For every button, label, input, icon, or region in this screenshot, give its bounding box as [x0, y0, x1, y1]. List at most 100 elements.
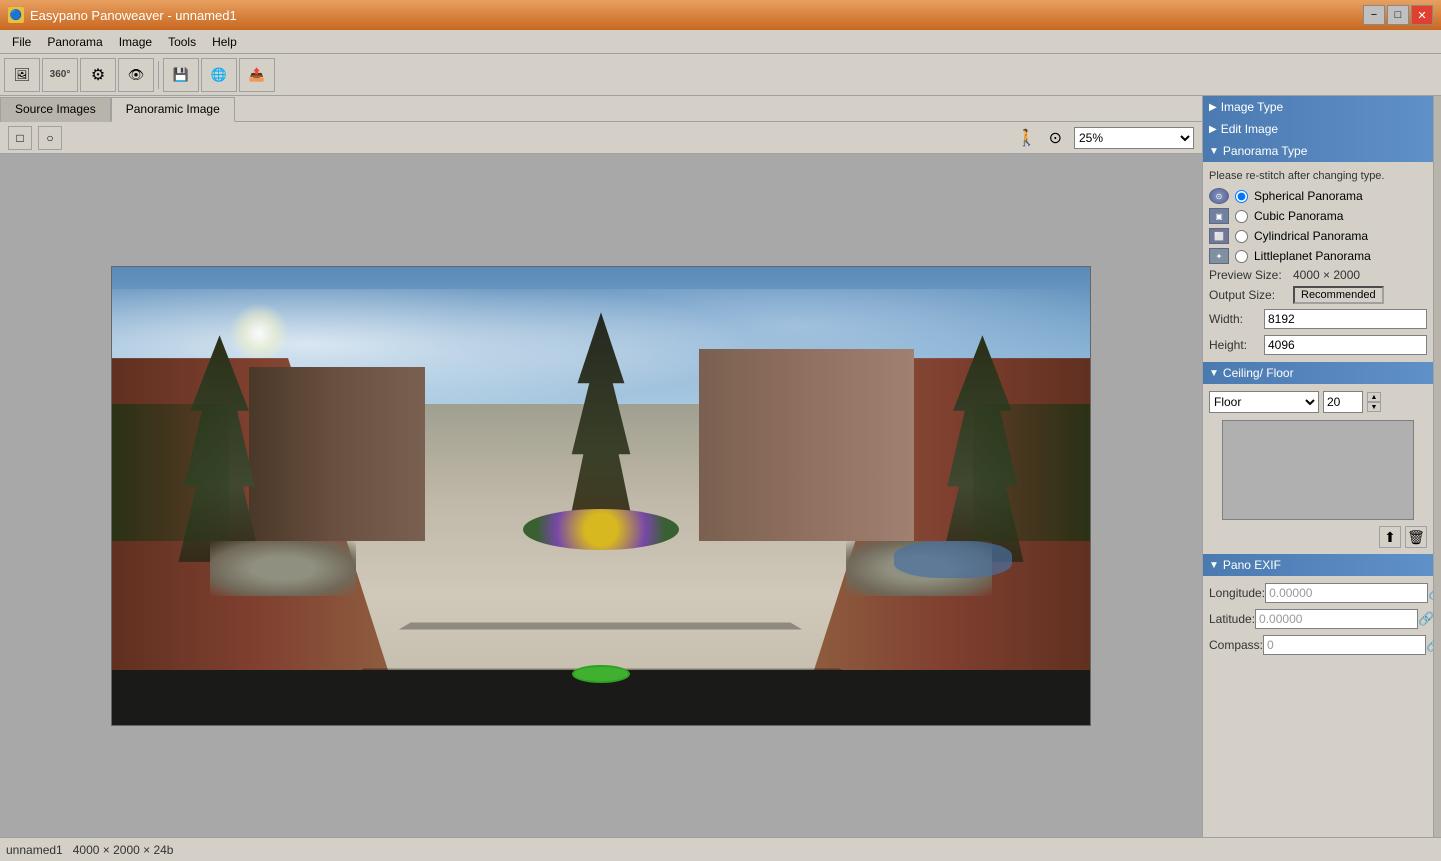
cubic-radio[interactable]	[1235, 210, 1248, 223]
status-bar: unnamed1 4000 × 2000 × 24b	[0, 837, 1441, 861]
veg-top-left	[112, 404, 229, 541]
toolbar-properties-btn[interactable]: ⚙	[80, 58, 116, 92]
spherical-icon: ⊙	[1209, 188, 1229, 204]
image-type-label: Image Type	[1221, 100, 1283, 114]
panorama-type-header[interactable]: ▼ Panorama Type	[1203, 140, 1433, 162]
spin-down[interactable]: ▼	[1367, 402, 1381, 412]
delete-btn[interactable]: 🗑	[1405, 526, 1427, 548]
height-input[interactable]	[1264, 335, 1427, 355]
panorama-scene	[112, 267, 1090, 725]
app-icon: 🔵	[8, 7, 24, 23]
ceiling-floor-row: Floor Ceiling ▲ ▼	[1209, 388, 1427, 416]
ceiling-floor-preview	[1222, 420, 1414, 520]
title-bar: 🔵 Easypano Panoweaver - unnamed1 − □ ✕	[0, 0, 1441, 30]
latitude-link-btn[interactable]: 🔗	[1418, 610, 1433, 628]
water-pond	[894, 541, 1011, 578]
littleplanet-label: Littleplanet Panorama	[1254, 249, 1371, 263]
pano-exif-arrow: ▼	[1209, 560, 1219, 571]
ceiling-floor-select[interactable]: Floor Ceiling	[1209, 391, 1319, 413]
title-bar-left: 🔵 Easypano Panoweaver - unnamed1	[8, 7, 237, 23]
menu-panorama[interactable]: Panorama	[39, 33, 110, 51]
rectangle-tool-btn[interactable]: □	[8, 126, 32, 150]
cubic-label: Cubic Panorama	[1254, 209, 1343, 223]
building-left	[249, 367, 425, 541]
compass-row: Compass: 🔗	[1209, 632, 1427, 658]
ceiling-floor-header[interactable]: ▼ Ceiling/ Floor	[1203, 362, 1433, 384]
pano-exif-header[interactable]: ▼ Pano EXIF	[1203, 554, 1433, 576]
panorama-image	[111, 266, 1091, 726]
menu-tools[interactable]: Tools	[160, 33, 204, 51]
output-size-label: Output Size:	[1209, 288, 1289, 302]
status-dimensions: 4000 × 2000 × 24b	[73, 843, 174, 857]
import-image-btn[interactable]: ⬆	[1379, 526, 1401, 548]
preview-size-row: Preview Size: 4000 × 2000	[1209, 266, 1427, 284]
width-row: Width:	[1209, 306, 1427, 332]
panorama-type-note: Please re-stitch after changing type.	[1209, 166, 1427, 186]
ceiling-floor-label: Ceiling/ Floor	[1223, 366, 1294, 380]
menu-image[interactable]: Image	[111, 33, 160, 51]
edit-image-label: Edit Image	[1221, 122, 1278, 136]
latitude-label: Latitude:	[1209, 612, 1255, 626]
compass-input[interactable]	[1263, 635, 1426, 655]
tabs: Source Images Panoramic Image	[0, 96, 1202, 122]
person-icon: 🚶	[1017, 128, 1037, 148]
littleplanet-icon: ✦	[1209, 248, 1229, 264]
ceiling-floor-arrow: ▼	[1209, 368, 1219, 379]
height-label: Height:	[1209, 338, 1264, 352]
edit-image-header[interactable]: ▶ Edit Image	[1203, 118, 1433, 140]
circle-tool-btn[interactable]: ○	[38, 126, 62, 150]
cubic-icon: ▣	[1209, 208, 1229, 224]
image-toolbar: □ ○ 🚶 ⊙ 25% 50% 75% 100% Fit	[0, 122, 1202, 154]
pano-exif-content: Longitude: 🔗 Latitude: 🔗 Compass: 🔗	[1203, 576, 1433, 662]
compass-label: Compass:	[1209, 638, 1263, 652]
zoom-select[interactable]: 25% 50% 75% 100% Fit	[1074, 127, 1194, 149]
compass-link-btn[interactable]: 🔗	[1426, 636, 1433, 654]
output-size-row: Output Size: Recommended	[1209, 284, 1427, 306]
ceiling-floor-content: Floor Ceiling ▲ ▼ ⬆ 🗑	[1203, 384, 1433, 554]
littleplanet-option: ✦ Littleplanet Panorama	[1209, 246, 1427, 266]
toolbar-save-btn[interactable]: 💾	[163, 58, 199, 92]
minimize-button[interactable]: −	[1363, 5, 1385, 25]
latitude-input[interactable]	[1255, 609, 1418, 629]
veg-top-right	[973, 404, 1090, 541]
right-resize-handle[interactable]	[1433, 96, 1441, 837]
panorama-type-label: Panorama Type	[1223, 144, 1308, 158]
cubic-option: ▣ Cubic Panorama	[1209, 206, 1427, 226]
littleplanet-radio[interactable]	[1235, 250, 1248, 263]
toolbar-new-btn[interactable]: 🖼	[4, 58, 40, 92]
toolbar-preview-btn[interactable]: 👁	[118, 58, 154, 92]
close-button[interactable]: ✕	[1411, 5, 1433, 25]
width-input[interactable]	[1264, 309, 1427, 329]
app-title: Easypano Panoweaver - unnamed1	[30, 8, 237, 23]
left-panel: Source Images Panoramic Image □ ○ 🚶 ⊙ 25…	[0, 96, 1203, 837]
spin-buttons: ▲ ▼	[1367, 392, 1381, 412]
image-type-arrow: ▶	[1209, 102, 1217, 113]
restore-button[interactable]: □	[1387, 5, 1409, 25]
spherical-label: Spherical Panorama	[1254, 189, 1363, 203]
recommended-button[interactable]: Recommended	[1293, 286, 1384, 304]
cylindrical-label: Cylindrical Panorama	[1254, 229, 1368, 243]
cylindrical-radio[interactable]	[1235, 230, 1248, 243]
right-panel: ▶ Image Type ▶ Edit Image ▼ Panorama Typ…	[1203, 96, 1433, 837]
image-type-header[interactable]: ▶ Image Type	[1203, 96, 1433, 118]
toolbar-separator-1	[158, 61, 159, 89]
toolbar-open-btn[interactable]: 360°	[42, 58, 78, 92]
icon-btn-row: ⬆ 🗑	[1209, 524, 1427, 550]
status-filename: unnamed1	[6, 843, 63, 857]
edit-image-arrow: ▶	[1209, 124, 1217, 135]
toolbar-publish-btn[interactable]: 📤	[239, 58, 275, 92]
menu-help[interactable]: Help	[204, 33, 245, 51]
pano-exif-label: Pano EXIF	[1223, 558, 1281, 572]
menu-file[interactable]: File	[4, 33, 39, 51]
spherical-radio[interactable]	[1235, 190, 1248, 203]
ceiling-floor-number[interactable]	[1323, 391, 1363, 413]
longitude-label: Longitude:	[1209, 586, 1265, 600]
longitude-row: Longitude: 🔗	[1209, 580, 1427, 606]
tab-source-images[interactable]: Source Images	[0, 97, 111, 122]
toolbar-export-html-btn[interactable]: 🌐	[201, 58, 237, 92]
spin-up[interactable]: ▲	[1367, 392, 1381, 402]
road-stripe-1	[399, 623, 802, 630]
longitude-input[interactable]	[1265, 583, 1428, 603]
tab-panoramic-image[interactable]: Panoramic Image	[111, 97, 235, 122]
latitude-row: Latitude: 🔗	[1209, 606, 1427, 632]
